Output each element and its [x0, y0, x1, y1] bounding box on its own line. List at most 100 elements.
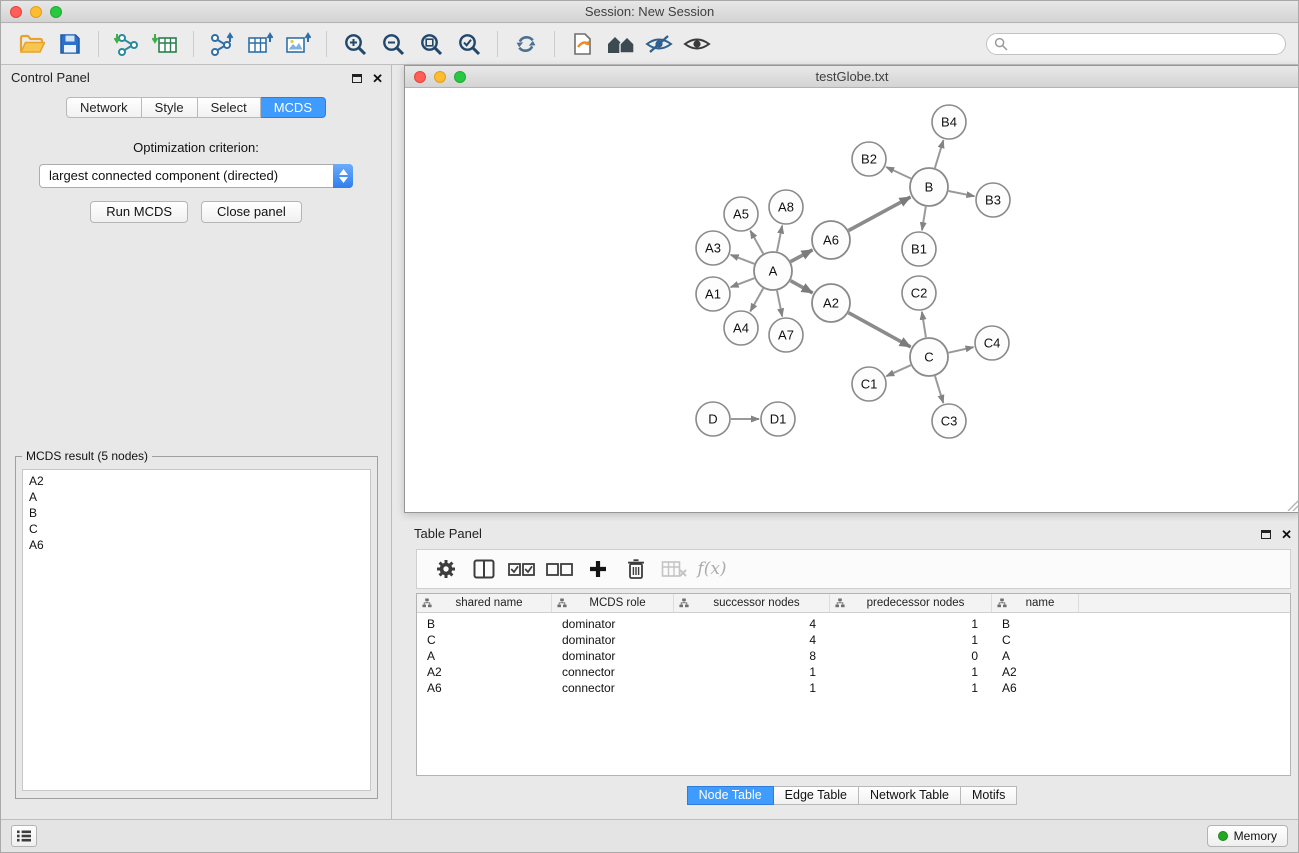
column-header-MCDS-role[interactable]: MCDS role: [552, 594, 674, 612]
session-document-button[interactable]: [564, 28, 602, 60]
open-session-button[interactable]: [13, 28, 51, 60]
delete-column-button[interactable]: [617, 553, 655, 585]
zoom-in-button[interactable]: [336, 28, 374, 60]
graph-edge-A6-B[interactable]: [849, 197, 911, 231]
tab-edge-table[interactable]: Edge Table: [774, 786, 859, 805]
mcds-result-list[interactable]: A2ABCA6: [22, 469, 371, 791]
memory-button[interactable]: Memory: [1207, 825, 1288, 847]
graph-node-C3[interactable]: C3: [932, 404, 966, 438]
network-minimize-button[interactable]: [434, 71, 446, 83]
graph-edge-C-C4[interactable]: [949, 347, 974, 353]
graph-node-C2[interactable]: C2: [902, 276, 936, 310]
tab-motifs[interactable]: Motifs: [961, 786, 1017, 805]
export-table-button[interactable]: [241, 28, 279, 60]
table-row[interactable]: A6connector11A6: [417, 680, 1290, 696]
graph-node-C4[interactable]: C4: [975, 326, 1009, 360]
graph-edge-A-A6[interactable]: [791, 250, 813, 262]
zoom-fit-button[interactable]: [412, 28, 450, 60]
column-header-predecessor-nodes[interactable]: predecessor nodes: [830, 594, 992, 612]
graph-node-A8[interactable]: A8: [769, 190, 803, 224]
search-field[interactable]: [986, 33, 1286, 55]
refresh-layout-button[interactable]: [507, 28, 545, 60]
graph-node-A[interactable]: A: [754, 252, 792, 290]
tab-network[interactable]: Network: [66, 97, 142, 118]
unselect-all-button[interactable]: [541, 553, 579, 585]
table-settings-button[interactable]: [427, 553, 465, 585]
close-panel-icon[interactable]: ✕: [372, 72, 383, 85]
run-mcds-button[interactable]: Run MCDS: [90, 201, 188, 223]
criterion-dropdown[interactable]: largest connected component (directed): [39, 164, 353, 188]
zoom-selected-button[interactable]: [450, 28, 488, 60]
graph-node-B[interactable]: B: [910, 168, 948, 206]
graph-node-D1[interactable]: D1: [761, 402, 795, 436]
graph-edge-A-A7[interactable]: [777, 291, 782, 317]
graph-edge-C-C2[interactable]: [922, 312, 926, 337]
graph-edge-B-B4[interactable]: [935, 140, 944, 168]
zoom-out-button[interactable]: [374, 28, 412, 60]
graph-edge-C-C1[interactable]: [886, 365, 911, 376]
graph-edge-B-B1[interactable]: [922, 207, 926, 231]
add-column-button[interactable]: [579, 553, 617, 585]
minimize-window-button[interactable]: [30, 6, 42, 18]
tab-select[interactable]: Select: [198, 97, 261, 118]
close-window-button[interactable]: [10, 6, 22, 18]
graph-node-A6[interactable]: A6: [812, 221, 850, 259]
float-panel-icon[interactable]: [352, 74, 362, 83]
graph-edge-A2-C[interactable]: [849, 313, 911, 347]
import-table-button[interactable]: [146, 28, 184, 60]
tab-network-table[interactable]: Network Table: [859, 786, 961, 805]
graph-edge-A-A5[interactable]: [750, 231, 763, 254]
close-panel-button[interactable]: Close panel: [201, 201, 302, 223]
save-session-button[interactable]: [51, 28, 89, 60]
graph-node-A7[interactable]: A7: [769, 318, 803, 352]
tab-mcds[interactable]: MCDS: [261, 97, 326, 118]
hide-eye-button[interactable]: [640, 28, 678, 60]
graph-node-C1[interactable]: C1: [852, 367, 886, 401]
graph-node-B4[interactable]: B4: [932, 105, 966, 139]
column-header-name[interactable]: name: [992, 594, 1079, 612]
graph-node-B2[interactable]: B2: [852, 142, 886, 176]
graph-node-A2[interactable]: A2: [812, 284, 850, 322]
graph-edge-B-B3[interactable]: [949, 191, 975, 196]
graph-node-B3[interactable]: B3: [976, 183, 1010, 217]
table-row[interactable]: Bdominator41B: [417, 616, 1290, 632]
import-network-button[interactable]: [108, 28, 146, 60]
network-zoom-button[interactable]: [454, 71, 466, 83]
table-row[interactable]: Adominator80A: [417, 648, 1290, 664]
network-close-button[interactable]: [414, 71, 426, 83]
graph-node-A4[interactable]: A4: [724, 311, 758, 345]
export-image-button[interactable]: [279, 28, 317, 60]
show-columns-button[interactable]: [465, 553, 503, 585]
graph-edge-C-C3[interactable]: [935, 376, 943, 403]
select-all-button[interactable]: [503, 553, 541, 585]
zoom-window-button[interactable]: [50, 6, 62, 18]
graph-node-B1[interactable]: B1: [902, 232, 936, 266]
graph-node-A3[interactable]: A3: [696, 231, 730, 265]
graph-edge-A-A1[interactable]: [731, 278, 755, 287]
network-canvas[interactable]: B4 B2 B B3 A5 A8 A6 B1 A3 A C2 A1 A2 A4 A7 C4 C C1 C3 D D1: [405, 88, 1299, 513]
graph-edge-A-A4[interactable]: [750, 288, 763, 311]
graph-node-A5[interactable]: A5: [724, 197, 758, 231]
column-header-successor-nodes[interactable]: successor nodes: [674, 594, 830, 612]
tab-style[interactable]: Style: [142, 97, 198, 118]
home-button[interactable]: [602, 28, 640, 60]
resize-grip[interactable]: [1286, 499, 1298, 511]
graph-node-C[interactable]: C: [910, 338, 948, 376]
network-canvas-area[interactable]: B4 B2 B B3 A5 A8 A6 B1 A3 A C2 A1 A2 A4 A7 C4 C C1 C3 D D1: [405, 88, 1299, 512]
graph-node-D[interactable]: D: [696, 402, 730, 436]
graph-node-A1[interactable]: A1: [696, 277, 730, 311]
graph-edge-B-B2[interactable]: [886, 167, 911, 179]
export-network-button[interactable]: [203, 28, 241, 60]
float-table-panel-icon[interactable]: [1261, 530, 1271, 539]
tab-node-table[interactable]: Node Table: [687, 786, 774, 805]
graph-edge-A-A2[interactable]: [791, 281, 813, 293]
table-row[interactable]: A2connector11A2: [417, 664, 1290, 680]
column-header-shared-name[interactable]: shared name: [417, 594, 552, 612]
search-input[interactable]: [1008, 35, 1285, 53]
graph-edge-A-A8[interactable]: [777, 226, 782, 252]
table-row[interactable]: Cdominator41C: [417, 632, 1290, 648]
close-table-panel-icon[interactable]: ✕: [1281, 528, 1292, 541]
show-eye-button[interactable]: [678, 28, 716, 60]
graph-edge-A-A3[interactable]: [731, 255, 755, 264]
panel-list-button[interactable]: [11, 825, 37, 847]
